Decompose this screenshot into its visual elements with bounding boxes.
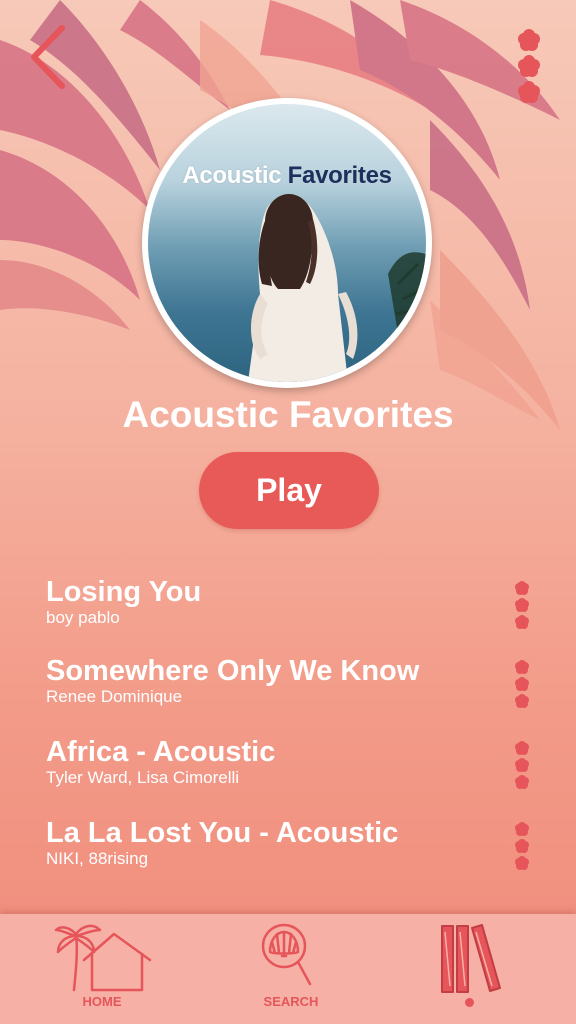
active-tab-indicator — [465, 998, 474, 1007]
palm-house-icon — [54, 924, 152, 992]
track-artist: Tyler Ward, Lisa Cimorelli — [46, 768, 240, 787]
bottom-tab-bar: HOME SEARCH — [0, 914, 576, 1024]
track-item[interactable]: Losing You boy pablo — [46, 574, 546, 653]
cover-image: Acoustic Favorites — [148, 104, 426, 382]
flower-dots-icon[interactable] — [512, 580, 532, 630]
track-title: Somewhere Only We Know — [46, 655, 420, 687]
cover-illustration — [248, 194, 426, 382]
track-list: Losing You boy pablo Somewhere Only We K… — [46, 574, 546, 895]
track-artist: boy pablo — [46, 608, 120, 627]
track-title: Africa - Acoustic — [46, 736, 276, 768]
tab-search-label: SEARCH — [263, 994, 319, 1009]
playlist-title: Acoustic Favorites — [122, 394, 454, 435]
track-title: Losing You — [46, 576, 202, 608]
track-item[interactable]: Somewhere Only We Know Renee Dominique — [46, 653, 546, 734]
flower-dots-menu-icon[interactable] — [514, 28, 544, 104]
track-artist: Renee Dominique — [46, 687, 183, 706]
books-icon — [441, 924, 501, 993]
flower-dots-icon[interactable] — [512, 740, 532, 790]
chevron-left-icon[interactable] — [24, 24, 72, 90]
tab-home[interactable]: HOME — [40, 914, 164, 1024]
flower-dots-icon[interactable] — [512, 821, 532, 871]
flower-dots-icon[interactable] — [512, 659, 532, 709]
track-item[interactable]: La La Lost You - Acoustic NIKI, 88rising — [46, 815, 546, 895]
playlist-cover: Acoustic Favorites — [142, 98, 432, 388]
tab-library[interactable] — [420, 914, 520, 1024]
tab-search[interactable]: SEARCH — [236, 914, 346, 1024]
cover-text: Acoustic Favorites — [148, 162, 426, 190]
track-title: La La Lost You - Acoustic — [46, 817, 399, 849]
track-artist: NIKI, 88rising — [46, 849, 149, 868]
cover-text-word2: Favorites — [287, 162, 392, 189]
play-button[interactable]: Play — [199, 452, 379, 529]
tab-home-label: HOME — [82, 994, 122, 1009]
cover-text-word1: Acoustic — [182, 162, 282, 189]
track-item[interactable]: Africa - Acoustic Tyler Ward, Lisa Cimor… — [46, 734, 546, 815]
shell-magnifier-icon — [261, 923, 312, 986]
